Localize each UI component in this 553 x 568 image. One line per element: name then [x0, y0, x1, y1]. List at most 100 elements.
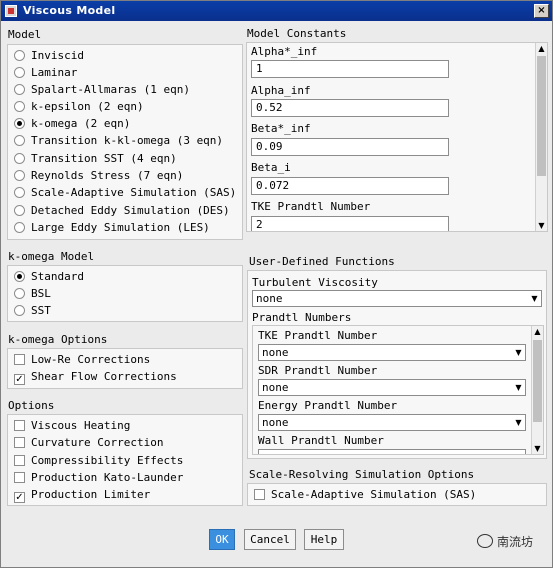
help-button[interactable]: Help: [304, 529, 344, 550]
scroll-down-icon[interactable]: ▼: [536, 220, 547, 231]
chevron-down-icon[interactable]: ▼: [513, 416, 524, 429]
turbulent-viscosity-select[interactable]: none ▼: [252, 290, 542, 307]
chevron-down-icon[interactable]: ▼: [513, 451, 524, 454]
model-option-reynolds-stress[interactable]: Reynolds Stress (7 eqn): [14, 168, 183, 184]
model-option-label: Laminar: [31, 66, 78, 79]
model-option-label: Scale-Adaptive Simulation (SAS): [31, 186, 237, 199]
model-constants-panel: Alpha*_inf 1 Alpha_inf 0.52 Beta*_inf 0.…: [246, 42, 548, 232]
udf-group-label: User-Defined Functions: [249, 255, 395, 268]
radio-icon[interactable]: [14, 135, 25, 146]
radio-icon[interactable]: [14, 187, 25, 198]
scroll-up-icon[interactable]: ▲: [536, 43, 547, 54]
model-option-label: Spalart-Allmaras (1 eqn): [31, 83, 190, 96]
wall-prandtl-udf-label: Wall Prandtl Number: [258, 434, 384, 447]
cancel-button[interactable]: Cancel: [244, 529, 296, 550]
model-option-des[interactable]: Detached Eddy Simulation (DES): [14, 203, 230, 219]
radio-icon[interactable]: [14, 222, 25, 233]
chevron-down-icon[interactable]: ▼: [529, 292, 540, 305]
model-option-transition-k-kl-omega[interactable]: Transition k-kl-omega (3 eqn): [14, 133, 223, 149]
constant-label-beta-i: Beta_i: [251, 161, 291, 174]
compressibility-effects-option[interactable]: Compressibility Effects: [14, 453, 183, 469]
chevron-down-icon[interactable]: ▼: [513, 346, 524, 359]
energy-prandtl-udf-value: none: [262, 416, 289, 429]
tke-prandtl-udf-select[interactable]: none ▼: [258, 344, 526, 361]
constant-label-tke-prandtl: TKE Prandtl Number: [251, 200, 371, 213]
option-label: Curvature Correction: [31, 436, 164, 449]
checkbox-checked-icon[interactable]: ✓: [14, 374, 25, 385]
checkbox-icon[interactable]: [254, 489, 265, 500]
komega-options-group: Low-Re Corrections ✓ Shear Flow Correctio…: [7, 348, 243, 389]
watermark: 南流坊: [477, 533, 533, 550]
radio-selected-icon[interactable]: [14, 118, 25, 129]
udf-group: Turbulent Viscosity none ▼ Prandtl Numbe…: [247, 270, 547, 459]
model-option-k-omega[interactable]: k-omega (2 eqn): [14, 116, 130, 132]
radio-icon[interactable]: [14, 288, 25, 299]
model-option-inviscid[interactable]: Inviscid: [14, 48, 84, 64]
wall-prandtl-udf-select[interactable]: none ▼: [258, 449, 526, 454]
viscous-heating-option[interactable]: Viscous Heating: [14, 418, 130, 434]
scrollbar-thumb[interactable]: [537, 56, 546, 176]
radio-icon[interactable]: [14, 84, 25, 95]
checkbox-icon[interactable]: [14, 455, 25, 466]
alpha-inf-input[interactable]: 0.52: [251, 99, 449, 117]
radio-icon[interactable]: [14, 205, 25, 216]
model-option-laminar[interactable]: Laminar: [14, 65, 77, 81]
beta-i-input[interactable]: 0.072: [251, 177, 449, 195]
checkbox-icon[interactable]: [14, 437, 25, 448]
energy-prandtl-udf-label: Energy Prandtl Number: [258, 399, 398, 412]
prandtl-numbers-scrollbar[interactable]: ▲ ▼: [531, 326, 543, 454]
radio-icon[interactable]: [14, 50, 25, 61]
komega-option-label: BSL: [31, 287, 51, 300]
viscous-model-dialog: Viscous Model × Model Inviscid Laminar S…: [0, 0, 553, 568]
komega-option-sst[interactable]: SST: [14, 303, 51, 319]
radio-icon[interactable]: [14, 153, 25, 164]
model-option-les[interactable]: Large Eddy Simulation (LES): [14, 220, 210, 236]
scroll-down-icon[interactable]: ▼: [532, 443, 543, 454]
model-option-label: Inviscid: [31, 49, 84, 62]
shear-flow-corrections-option[interactable]: ✓ Shear Flow Corrections: [14, 369, 177, 385]
sdr-prandtl-udf-select[interactable]: none ▼: [258, 379, 526, 396]
sas-option[interactable]: Scale-Adaptive Simulation (SAS): [254, 487, 476, 503]
model-option-sas[interactable]: Scale-Adaptive Simulation (SAS): [14, 185, 236, 201]
title-bar[interactable]: Viscous Model ×: [1, 1, 552, 21]
radio-icon[interactable]: [14, 305, 25, 316]
model-option-label: Reynolds Stress (7 eqn): [31, 169, 184, 182]
option-label: Viscous Heating: [31, 419, 131, 432]
scroll-up-icon[interactable]: ▲: [532, 326, 543, 337]
model-option-label: Detached Eddy Simulation (DES): [31, 204, 230, 217]
komega-option-standard[interactable]: Standard: [14, 269, 84, 285]
radio-icon[interactable]: [14, 67, 25, 78]
model-group: Inviscid Laminar Spalart-Allmaras (1 eqn…: [7, 44, 243, 240]
energy-prandtl-udf-select[interactable]: none ▼: [258, 414, 526, 431]
checkbox-icon[interactable]: [14, 420, 25, 431]
model-option-k-epsilon[interactable]: k-epsilon (2 eqn): [14, 99, 144, 115]
radio-icon[interactable]: [14, 170, 25, 181]
scrollbar-thumb[interactable]: [533, 340, 542, 422]
low-re-corrections-option[interactable]: Low-Re Corrections: [14, 352, 150, 368]
model-option-label: Transition SST (4 eqn): [31, 152, 177, 165]
radio-icon[interactable]: [14, 101, 25, 112]
wechat-icon: [477, 534, 493, 548]
model-constants-label: Model Constants: [247, 27, 347, 40]
option-label: Production Limiter: [31, 488, 151, 501]
alpha-star-inf-input[interactable]: 1: [251, 60, 449, 78]
tke-prandtl-input[interactable]: 2: [251, 216, 449, 231]
ok-button[interactable]: OK: [209, 529, 235, 550]
options-group-label: Options: [8, 399, 55, 412]
production-limiter-option[interactable]: ✓ Production Limiter: [14, 487, 150, 503]
komega-option-bsl[interactable]: BSL: [14, 286, 51, 302]
checkbox-icon[interactable]: [14, 354, 25, 365]
model-group-label: Model: [8, 28, 42, 41]
close-button[interactable]: ×: [534, 4, 549, 18]
chevron-down-icon[interactable]: ▼: [513, 381, 524, 394]
radio-selected-icon[interactable]: [14, 271, 25, 282]
model-constants-scrollbar[interactable]: ▲ ▼: [535, 43, 547, 231]
checkbox-checked-icon[interactable]: ✓: [14, 492, 25, 503]
production-kato-launder-option[interactable]: Production Kato-Launder: [14, 470, 183, 486]
model-option-spalart-allmaras[interactable]: Spalart-Allmaras (1 eqn): [14, 82, 190, 98]
curvature-correction-option[interactable]: Curvature Correction: [14, 435, 163, 451]
model-option-transition-sst[interactable]: Transition SST (4 eqn): [14, 151, 177, 167]
checkbox-icon[interactable]: [14, 472, 25, 483]
komega-options-group-label: k-omega Options: [8, 333, 108, 346]
beta-star-inf-input[interactable]: 0.09: [251, 138, 449, 156]
